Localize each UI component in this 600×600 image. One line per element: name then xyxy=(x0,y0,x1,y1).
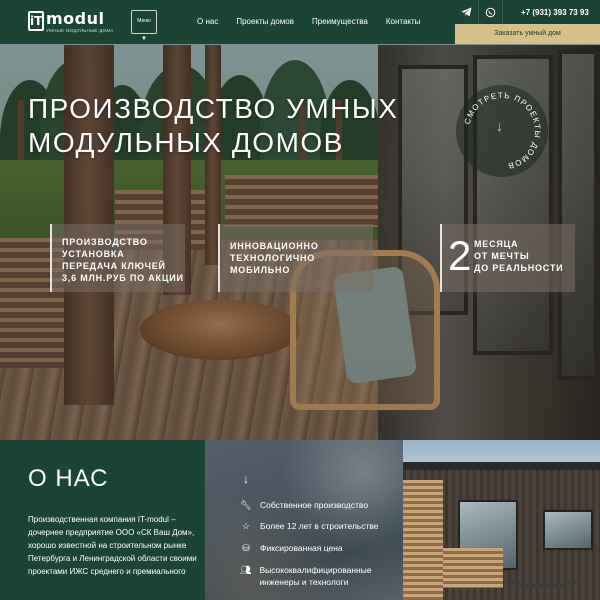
hero-section: ПРОИЗВОДСТВО УМНЫХ МОДУЛЬНЫХ ДОМОВ СМОТР… xyxy=(0,0,600,440)
hammock xyxy=(503,568,583,588)
innovation-card: ИННОВАЦИОННО ТЕХНОЛОГИЧНО МОБИЛЬНО xyxy=(218,224,373,292)
feature-item: 🔧︎ Собственное производство xyxy=(240,500,369,510)
site-header: iT modul умные модульные дома Меню ▼ О н… xyxy=(0,0,600,44)
arrow-down-icon: ↓ xyxy=(243,472,249,486)
about-text: Производственная компания IT-modul – доч… xyxy=(28,515,197,576)
nav-advantages[interactable]: Преимущества xyxy=(312,17,368,26)
hero-title-line: МОДУЛЬНЫХ ДОМОВ xyxy=(28,127,344,158)
whatsapp-icon[interactable] xyxy=(479,0,503,24)
about-title: О НАС xyxy=(28,465,109,492)
people-icon: 👥︎ xyxy=(240,565,252,575)
hero-title-line: ПРОИЗВОДСТВО УМНЫХ xyxy=(28,93,399,124)
coins-icon: ⛁ xyxy=(242,543,250,553)
main-nav: О нас Проекты домов Преимущества Контакт… xyxy=(197,17,438,26)
star-icon: ☆ xyxy=(241,521,251,531)
offer-card: ПРОИЗВОДСТВО УСТАНОВКА ПЕРЕДАЧА КЛЮЧЕЙ 3… xyxy=(50,224,185,292)
feature-item: ⛁ Фиксированная цена xyxy=(240,542,342,554)
logo-name: modul xyxy=(46,9,105,28)
wrench-icon: 🔧︎ xyxy=(240,500,252,510)
phone-link[interactable]: +7 (931) 393 73 93 xyxy=(521,8,589,17)
nav-contacts[interactable]: Контакты xyxy=(386,17,421,26)
nav-about[interactable]: О нас xyxy=(197,17,218,26)
arrow-down-icon: ↓ xyxy=(496,118,503,134)
logo-tagline: умные модульные дома xyxy=(46,28,114,33)
timeline-card: 2 МЕСЯЦА ОТ МЕЧТЫ ДО РЕАЛЬНОСТИ xyxy=(440,224,575,292)
about-section: О НАС Производственная компания IT-modul… xyxy=(0,440,205,600)
features-panel: ↓ 🔧︎ Собственное производство ☆ Более 12… xyxy=(205,440,403,600)
feature-item: 👥︎ Высококвалифицированные инженеры и те… xyxy=(240,565,372,587)
order-button[interactable]: Заказать умный дом xyxy=(455,24,600,44)
telegram-icon[interactable] xyxy=(455,0,479,24)
stat-number: 2 xyxy=(448,232,472,279)
nav-projects[interactable]: Проекты домов xyxy=(236,17,294,26)
hero-title: ПРОИЗВОДСТВО УМНЫХ МОДУЛЬНЫХ ДОМОВ xyxy=(28,92,398,160)
logo[interactable]: iT modul умные модульные дома xyxy=(28,11,114,33)
header-contacts: +7 (931) 393 73 93 Заказать умный дом xyxy=(455,0,600,44)
menu-button[interactable]: Меню xyxy=(131,10,157,34)
house-photo xyxy=(403,440,600,600)
feature-item: ☆ Более 12 лет в строительстве xyxy=(241,521,379,531)
view-projects-button[interactable]: СМОТРЕТЬ ПРОЕКТЫ ДОМОВ ↓ xyxy=(456,85,548,177)
logo-mark: iT xyxy=(28,11,44,31)
chevron-down-icon: ▼ xyxy=(141,36,147,42)
